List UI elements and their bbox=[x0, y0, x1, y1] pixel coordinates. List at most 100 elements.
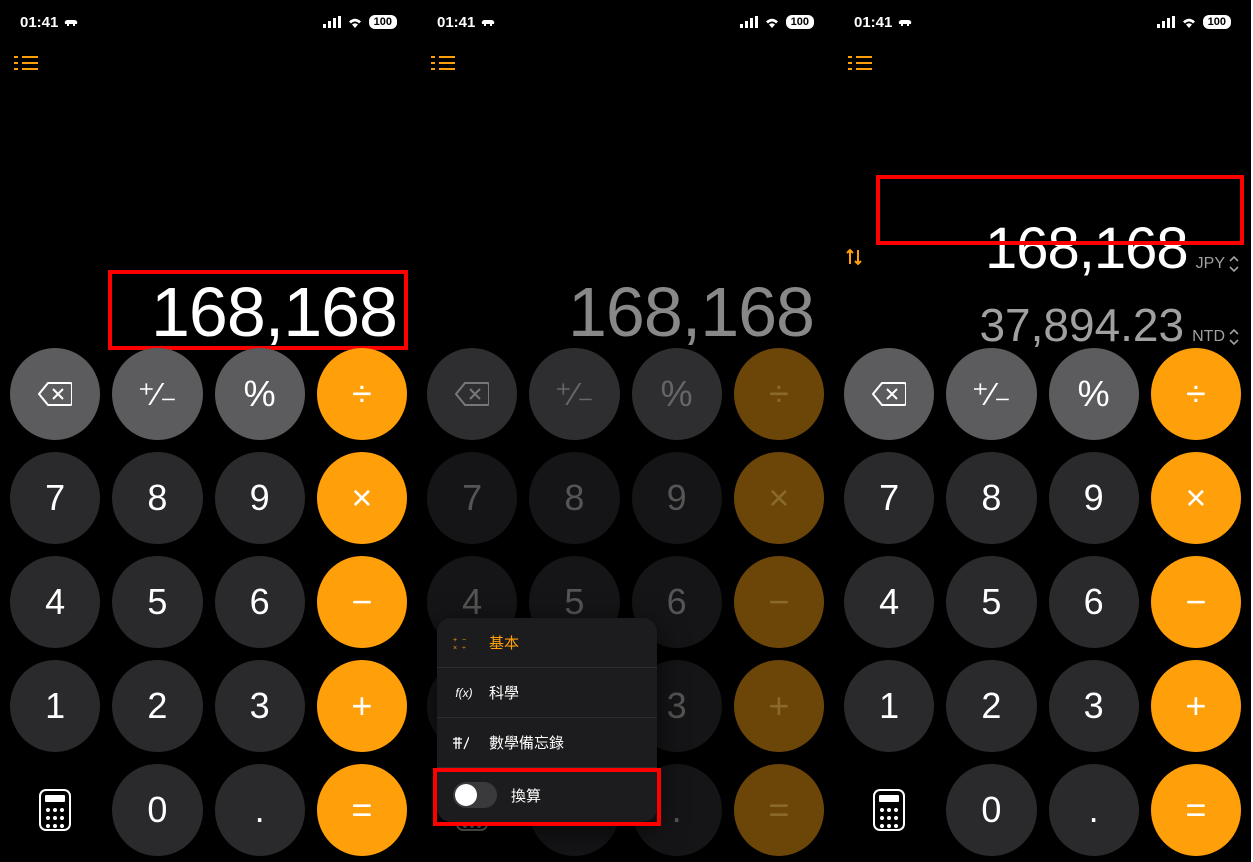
battery-pill: 100 bbox=[1203, 15, 1231, 29]
plus-minus-button[interactable]: ⁺∕₋ bbox=[529, 348, 619, 440]
plus-minus-button[interactable]: ⁺∕₋ bbox=[946, 348, 1036, 440]
digit-7[interactable]: 7 bbox=[427, 452, 517, 544]
digit-7[interactable]: 7 bbox=[10, 452, 100, 544]
backspace-button[interactable] bbox=[10, 348, 100, 440]
digit-9[interactable]: 9 bbox=[215, 452, 305, 544]
mode-scientific[interactable]: f(x) 科學 bbox=[437, 668, 657, 718]
divide-button[interactable]: ÷ bbox=[1151, 348, 1241, 440]
digit-1[interactable]: 1 bbox=[844, 660, 934, 752]
mode-scientific-label: 科學 bbox=[489, 682, 519, 703]
mode-popup: +−×÷ 基本 f(x) 科學 數學備忘錄 換算 bbox=[437, 618, 657, 822]
digit-8[interactable]: 8 bbox=[946, 452, 1036, 544]
digit-7[interactable]: 7 bbox=[844, 452, 934, 544]
do-not-disturb-icon bbox=[64, 17, 78, 28]
keypad: ⁺∕₋ % ÷ 7 8 9 × 4 5 6 − 1 2 3 + 0 . = bbox=[834, 348, 1251, 856]
digit-8[interactable]: 8 bbox=[529, 452, 619, 544]
digit-9[interactable]: 9 bbox=[632, 452, 722, 544]
signal-icon bbox=[740, 16, 758, 28]
equals-button[interactable]: = bbox=[734, 764, 824, 856]
digit-3[interactable]: 3 bbox=[215, 660, 305, 752]
divide-button[interactable]: ÷ bbox=[734, 348, 824, 440]
mode-mathnotes[interactable]: 數學備忘錄 bbox=[437, 718, 657, 768]
mode-convert-label: 換算 bbox=[511, 785, 541, 806]
digit-1[interactable]: 1 bbox=[10, 660, 100, 752]
status-bar: 01:41 100 bbox=[0, 0, 417, 44]
status-time: 01:41 bbox=[20, 14, 58, 31]
display-area: 168,168 bbox=[417, 80, 834, 352]
minus-button[interactable]: − bbox=[734, 556, 824, 648]
history-icon[interactable] bbox=[14, 56, 38, 76]
display-area: 168,168 JPY 37,894.23 NTD bbox=[834, 80, 1251, 352]
mode-mathnotes-label: 數學備忘錄 bbox=[489, 732, 564, 753]
decimal-button[interactable]: . bbox=[215, 764, 305, 856]
scientific-icon: f(x) bbox=[453, 686, 475, 700]
decimal-button[interactable]: . bbox=[1049, 764, 1139, 856]
minus-button[interactable]: − bbox=[317, 556, 407, 648]
wifi-icon bbox=[764, 16, 780, 28]
multiply-button[interactable]: × bbox=[1151, 452, 1241, 544]
status-bar: 01:41 100 bbox=[417, 0, 834, 44]
backspace-button[interactable] bbox=[844, 348, 934, 440]
plus-button[interactable]: + bbox=[1151, 660, 1241, 752]
digit-8[interactable]: 8 bbox=[112, 452, 202, 544]
digit-4[interactable]: 4 bbox=[10, 556, 100, 648]
percent-button[interactable]: % bbox=[632, 348, 722, 440]
mode-switch-button[interactable] bbox=[10, 764, 100, 856]
digit-5[interactable]: 5 bbox=[112, 556, 202, 648]
backspace-button[interactable] bbox=[427, 348, 517, 440]
equals-button[interactable]: = bbox=[1151, 764, 1241, 856]
digit-2[interactable]: 2 bbox=[112, 660, 202, 752]
digit-9[interactable]: 9 bbox=[1049, 452, 1139, 544]
digit-6[interactable]: 6 bbox=[1049, 556, 1139, 648]
output-currency-label: NTD bbox=[1192, 328, 1225, 346]
svg-text:+: + bbox=[453, 637, 457, 644]
plus-minus-button[interactable]: ⁺∕₋ bbox=[112, 348, 202, 440]
swap-icon[interactable] bbox=[844, 247, 864, 267]
display-value: 168,168 bbox=[151, 272, 397, 352]
equals-button[interactable]: = bbox=[317, 764, 407, 856]
digit-0[interactable]: 0 bbox=[112, 764, 202, 856]
digit-3[interactable]: 3 bbox=[1049, 660, 1139, 752]
mathnotes-icon bbox=[453, 735, 475, 751]
screen-basic: 01:41 100 168,168 ⁺∕₋ % ÷ 7 8 9 bbox=[0, 0, 417, 862]
battery-pill: 100 bbox=[786, 15, 814, 29]
svg-text:×: × bbox=[453, 645, 457, 651]
digit-0[interactable]: 0 bbox=[946, 764, 1036, 856]
digit-5[interactable]: 5 bbox=[946, 556, 1036, 648]
mode-switch-button[interactable] bbox=[844, 764, 934, 856]
history-icon[interactable] bbox=[848, 56, 872, 76]
convert-toggle[interactable] bbox=[453, 782, 497, 808]
digit-2[interactable]: 2 bbox=[946, 660, 1036, 752]
digit-6[interactable]: 6 bbox=[215, 556, 305, 648]
battery-pill: 100 bbox=[369, 15, 397, 29]
screen-mode-popup: 01:41 100 168,168 ⁺∕₋ % ÷ 7 8 9 × 4 5 6 … bbox=[417, 0, 834, 862]
do-not-disturb-icon bbox=[481, 17, 495, 28]
output-value: 37,894.23 bbox=[979, 298, 1184, 352]
chevron-updown-icon bbox=[1229, 256, 1239, 272]
input-value: 168,168 bbox=[985, 215, 1188, 282]
plus-button[interactable]: + bbox=[317, 660, 407, 752]
output-currency-picker[interactable]: NTD bbox=[1192, 328, 1239, 346]
digit-4[interactable]: 4 bbox=[844, 556, 934, 648]
wifi-icon bbox=[347, 16, 363, 28]
history-icon[interactable] bbox=[431, 56, 455, 76]
mode-convert[interactable]: 換算 bbox=[437, 768, 657, 822]
input-currency-picker[interactable]: JPY bbox=[1196, 255, 1239, 273]
signal-icon bbox=[323, 16, 341, 28]
status-bar: 01:41 100 bbox=[834, 0, 1251, 44]
divide-button[interactable]: ÷ bbox=[317, 348, 407, 440]
basic-icon: +−× ÷ bbox=[453, 635, 475, 651]
svg-text:÷: ÷ bbox=[462, 645, 466, 651]
keypad: ⁺∕₋ % ÷ 7 8 9 × 4 5 6 − 1 2 3 + 0 . = bbox=[0, 348, 417, 856]
multiply-button[interactable]: × bbox=[734, 452, 824, 544]
wifi-icon bbox=[1181, 16, 1197, 28]
percent-button[interactable]: % bbox=[215, 348, 305, 440]
minus-button[interactable]: − bbox=[1151, 556, 1241, 648]
status-time: 01:41 bbox=[437, 14, 475, 31]
mode-basic[interactable]: +−×÷ 基本 bbox=[437, 618, 657, 668]
do-not-disturb-icon bbox=[898, 17, 912, 28]
svg-text:−: − bbox=[462, 637, 466, 644]
plus-button[interactable]: + bbox=[734, 660, 824, 752]
multiply-button[interactable]: × bbox=[317, 452, 407, 544]
percent-button[interactable]: % bbox=[1049, 348, 1139, 440]
